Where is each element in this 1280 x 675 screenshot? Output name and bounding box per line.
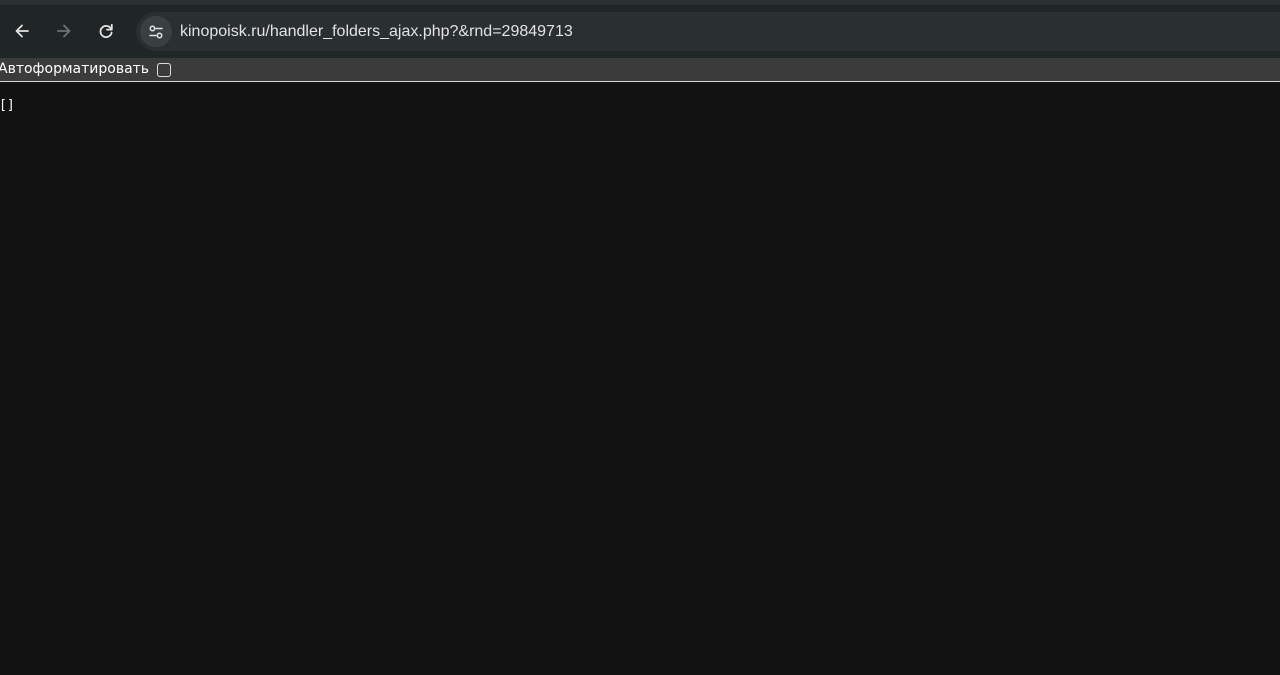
back-button[interactable] — [6, 15, 38, 47]
arrow-right-icon — [57, 24, 71, 38]
forward-button[interactable] — [48, 15, 80, 47]
browser-toolbar: kinopoisk.ru/handler_folders_ajax.php?&r… — [0, 5, 1280, 58]
autoformat-label[interactable]: Автоформатировать — [0, 58, 149, 81]
reload-icon — [99, 23, 113, 39]
site-info-button[interactable] — [140, 16, 172, 47]
arrow-left-icon — [15, 24, 29, 38]
json-viewer-toolbar: Автоформатировать — [0, 58, 1280, 82]
url-text[interactable]: kinopoisk.ru/handler_folders_ajax.php?&r… — [180, 12, 573, 51]
reload-button[interactable] — [90, 15, 122, 47]
json-body: [] — [0, 98, 15, 113]
address-bar[interactable]: kinopoisk.ru/handler_folders_ajax.php?&r… — [136, 12, 1280, 51]
tune-icon — [149, 25, 163, 38]
autoformat-checkbox[interactable] — [157, 63, 171, 77]
page-content: [] — [0, 82, 1280, 675]
